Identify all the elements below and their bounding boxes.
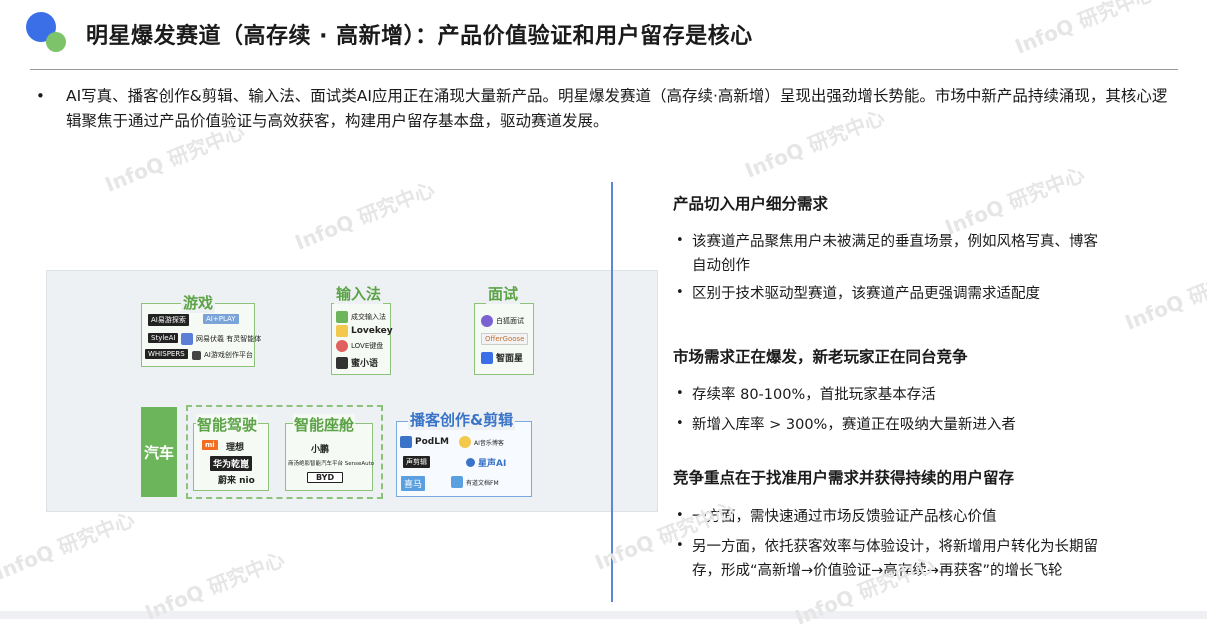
watermark: InfoQ 研究中心 [941,162,1088,240]
section-2-heading: 市场需求正在爆发，新老玩家正在同台竞争 [673,348,968,366]
section-1-bullet-1-glyph: • [676,233,684,248]
ime-logo-2: Lovekey [336,325,393,337]
cockpit-label: 智能座舱 [293,414,356,435]
car-label: 汽车 [141,407,177,497]
driving-logo-mi: mi [202,440,218,450]
games-logo-4: 网易伏羲 有灵智能体 [181,333,261,345]
section-1-bullet-2-glyph: • [676,285,684,300]
title-divider [30,69,1178,70]
page-title: 明星爆发赛道（高存续 · 高新增）：产品价值验证和用户留存是核心 [86,24,753,49]
section-1-heading: 产品切入用户细分需求 [673,195,829,213]
section-2-bullet-1-glyph: • [676,386,684,401]
games-logo-6: AI游戏创作平台 [192,350,253,360]
ime-logo-4: 蜜小语 [336,356,378,369]
intro-bullet: • [36,87,45,105]
section-3-heading: 竞争重点在于找准用户需求并获得持续的用户留存 [673,469,1015,487]
ime-logo-3: LOVE键盘 [336,340,383,352]
watermark: InfoQ 研究中心 [1011,0,1158,59]
podcast-logo-sound: 声剪辑 [403,456,430,468]
section-3-bullet-2: 另一方面，依托获客效率与体验设计，将新增用户转化为长期留存，形成“高新增→价值验… [692,539,1098,579]
section-3-bullet-1: 一方面，需快速通过市场反馈验证产品核心价值 [692,509,997,525]
driving-label: 智能驾驶 [196,414,259,435]
cockpit-logo-byd: BYD [307,472,344,483]
watermark: InfoQ 研究中心 [1121,257,1207,335]
games-logo-3: StyleAI [148,333,179,343]
section-1-bullet-2: 区别于技术驱动型赛道，该赛道产品更强调需求适配度 [692,286,1040,302]
interview-logo-3: 智面星 [481,351,523,364]
section-2-bullet-1: 存续率 80-100%，首批玩家基本存活 [692,387,936,403]
games-logo-2: AI+PLAY [203,314,239,324]
podcast-label: 播客创作&剪辑 [408,409,516,430]
games-logo-5: WHISPERS [145,349,188,359]
watermark: InfoQ 研究中心 [0,507,138,585]
podcast-logo-music: AI音乐博客 [459,436,504,448]
intro-text: AI写真、播客创作&剪辑、输入法、面试类AI应用正在涌现大量新产品。明星爆发赛道… [66,87,1168,130]
driving-logo-huawei: 华为乾崑 [210,456,253,471]
cockpit-logo-senseauto: 商汤绝影智能汽车平台 SenseAuto [288,461,375,467]
games-label: 游戏 [181,292,216,313]
cockpit-logo-xpeng: 小鹏 [311,445,330,455]
podcast-logo-xingsheng: 星声AI [466,456,506,469]
podcast-logo-ximalaya: 喜马 [401,476,426,491]
ime-label: 输入法 [334,283,384,304]
vertical-divider [611,182,613,602]
podcast-logo-youdao: 有道文档FM [451,476,499,488]
driving-logo-lixiang: 理想 [226,443,245,453]
section-2-bullet-2: 新增入库率 > 300%，赛道正在吸纳大量新进入者 [692,417,1016,433]
ime-logo-1: 成交输入法 [336,311,386,323]
podcast-logo-podlm: PodLM [400,436,449,448]
interview-label: 面试 [486,283,521,304]
driving-logo-nio: 蔚来 nio [218,476,255,486]
watermark: InfoQ 研究中心 [291,177,438,255]
logo-green-dot [46,32,66,52]
interview-logo-1: 白狐面试 [481,315,524,327]
section-3-bullet-2-glyph: • [676,538,684,553]
section-1-bullet-1: 该赛道产品聚焦用户未被满足的垂直场景，例如风格写真、博客自动创作 [692,234,1098,274]
footer-band [0,611,1207,619]
section-2-bullet-2-glyph: • [676,416,684,431]
interview-logo-2: OfferGoose [481,333,529,345]
games-logo-1: AI易游探索 [148,314,189,326]
section-3-bullet-1-glyph: • [676,508,684,523]
